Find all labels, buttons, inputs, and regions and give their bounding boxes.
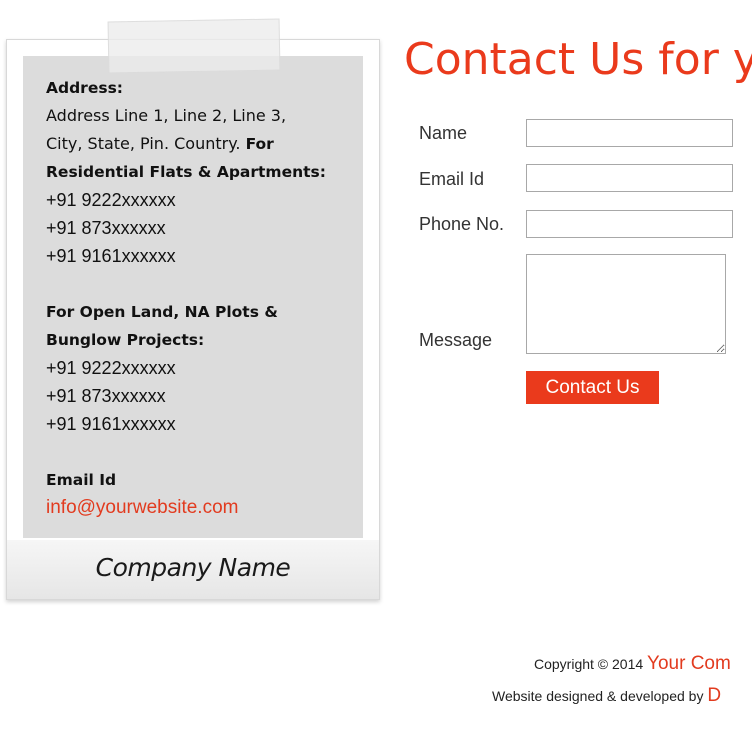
email-link[interactable]: info@yourwebsite.com bbox=[46, 494, 341, 522]
designed-by-text: Website designed & developed by D bbox=[492, 684, 721, 708]
land-label-line-1: For Open Land, NA Plots & bbox=[46, 303, 278, 321]
address-card-content: Address: Address Line 1, Line 2, Line 3,… bbox=[23, 56, 363, 538]
land-phone-2: +91 873xxxxxx bbox=[46, 386, 166, 406]
designed-by-prefix: Website designed & developed by bbox=[492, 688, 704, 704]
residential-label-for: For bbox=[245, 135, 274, 153]
designer-link[interactable]: D bbox=[707, 685, 721, 706]
land-phone-3: +91 9161xxxxxx bbox=[46, 414, 176, 434]
phone-input[interactable] bbox=[526, 210, 733, 238]
email-label: Email Id bbox=[46, 471, 117, 489]
email-label-form: Email Id bbox=[419, 169, 485, 189]
address-line-2-row: City, State, Pin. Country. For bbox=[46, 130, 341, 158]
page-title: Contact Us for y bbox=[404, 34, 752, 85]
residential-phone-3: +91 9161xxxxxx bbox=[46, 246, 176, 266]
land-phone-1: +91 9222xxxxxx bbox=[46, 358, 176, 378]
residential-phone-2: +91 873xxxxxx bbox=[46, 218, 166, 238]
tape-decoration bbox=[107, 18, 281, 74]
address-line-1: Address Line 1, Line 2, Line 3, bbox=[46, 106, 287, 125]
address-card: Address: Address Line 1, Line 2, Line 3,… bbox=[6, 39, 380, 600]
address-line-2: City, State, Pin. Country. bbox=[46, 134, 241, 153]
company-name: Company Name bbox=[7, 540, 379, 599]
email-input[interactable] bbox=[526, 164, 733, 192]
company-link[interactable]: Your Com bbox=[647, 653, 731, 674]
name-input[interactable] bbox=[526, 119, 733, 147]
name-label: Name bbox=[419, 123, 468, 143]
residential-label: Residential Flats & Apartments: bbox=[46, 163, 326, 181]
residential-phone-1: +91 9222xxxxxx bbox=[46, 190, 176, 210]
contact-us-button[interactable]: Contact Us bbox=[526, 371, 659, 404]
message-textarea[interactable] bbox=[526, 254, 726, 354]
phone-label: Phone No. bbox=[419, 214, 505, 234]
copyright-prefix: Copyright © 2014 bbox=[534, 656, 644, 672]
land-label-line-2: Bunglow Projects: bbox=[46, 331, 205, 349]
address-label: Address: bbox=[46, 79, 123, 97]
copyright-text: Copyright © 2014 Your Com bbox=[534, 652, 731, 676]
message-label: Message bbox=[419, 330, 493, 350]
